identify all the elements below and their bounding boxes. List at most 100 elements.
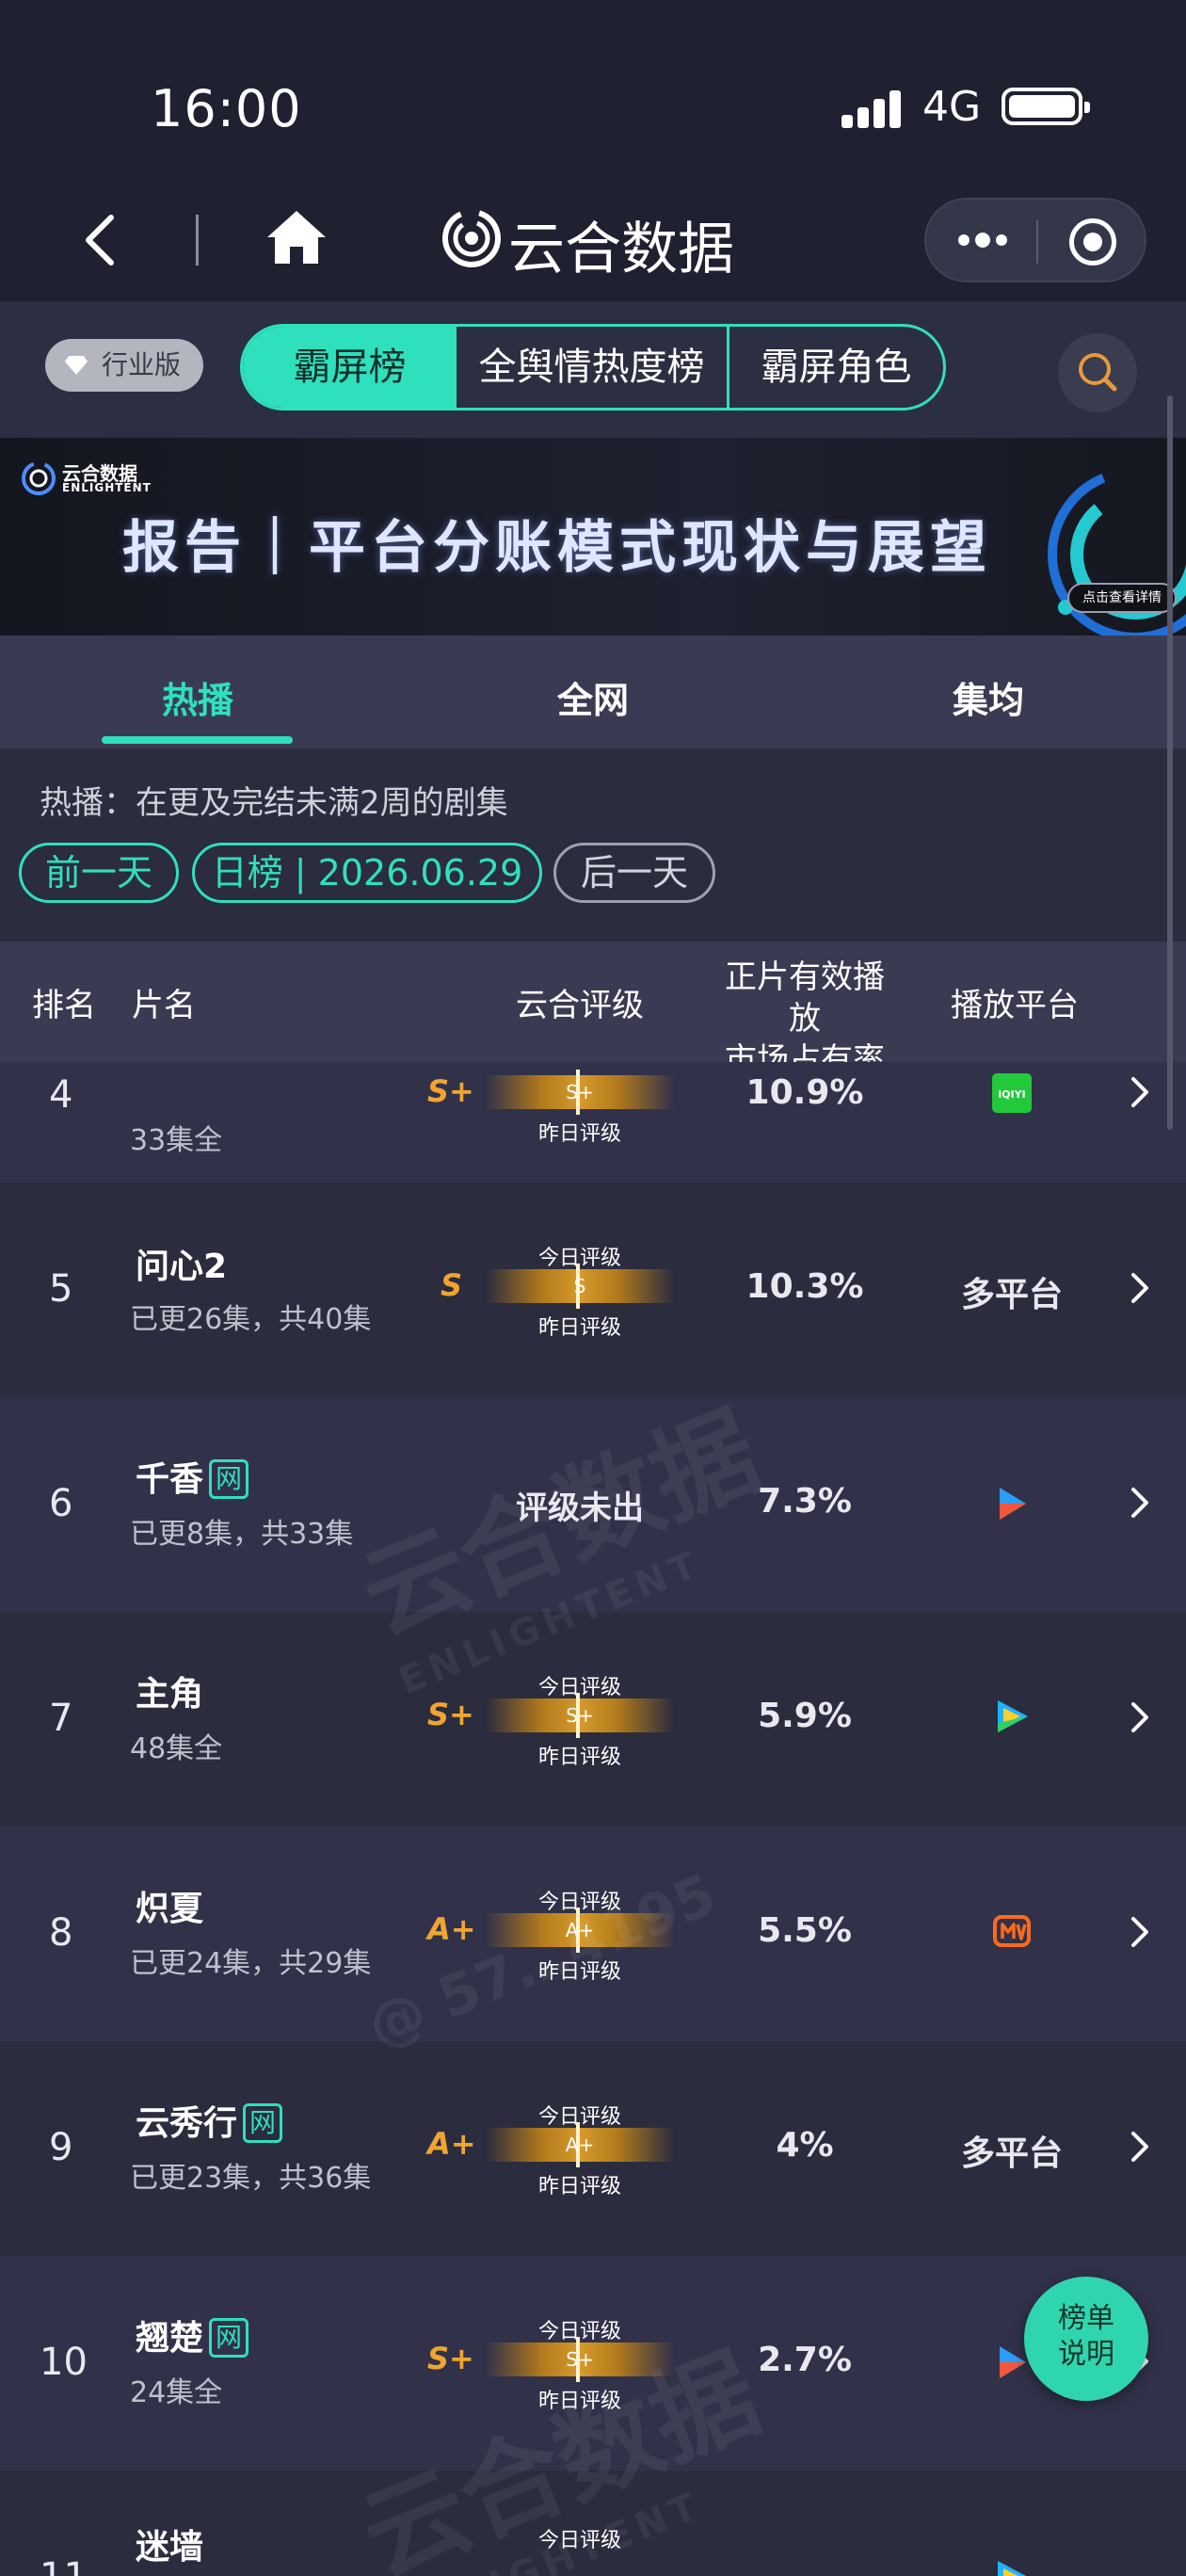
header-platform: 播放平台: [951, 987, 1079, 1024]
row-episodes: 已更26集，共40集: [130, 1303, 372, 1336]
today-grade-label: 今日评级: [537, 2105, 621, 2129]
row-market-share: 10.9%: [745, 1073, 864, 1112]
row-market-share: 5.5%: [758, 1911, 852, 1950]
today-grade-label: 今日评级: [537, 1247, 621, 1270]
next-day-button[interactable]: 后一天: [553, 843, 715, 903]
web-drama-tag: 网: [209, 1459, 249, 1499]
chevron-right-icon[interactable]: [1126, 1073, 1154, 1111]
table-row[interactable]: 6 千香网 已更8集，共33集 评级未出 7.3%: [0, 1397, 1186, 1612]
search-icon[interactable]: [1058, 333, 1137, 412]
row-rank: 4: [49, 1073, 73, 1117]
table-row[interactable]: 10 翘楚网 24集全 今日评级 S+ S+ 昨日评级 2.7%: [0, 2256, 1186, 2471]
close-mini-program-icon[interactable]: [1069, 218, 1116, 266]
row-grade: A+: [427, 2126, 476, 2162]
today-grade-label: 今日评级: [537, 2320, 621, 2343]
more-icon[interactable]: [958, 232, 1013, 250]
yesterday-grade-label: 昨日评级: [537, 1122, 621, 1146]
row-rank: 6: [49, 1482, 73, 1525]
yesterday-grade-label: 昨日评级: [537, 1316, 621, 1340]
row-platform: 多平台: [960, 1276, 1063, 1314]
scrollbar[interactable]: [1167, 395, 1173, 1130]
row-title: 千香网: [136, 1452, 249, 1501]
row-market-share: 7.3%: [758, 1482, 852, 1521]
date-selector[interactable]: 日榜 | 2026.06.29: [192, 843, 542, 903]
today-grade-label: 今日评级: [537, 2529, 621, 2552]
category-tabs: 霸屏榜 全舆情热度榜 霸屏角色: [240, 324, 946, 411]
banner-detail-button[interactable]: 点击查看详情: [1067, 583, 1177, 613]
today-grade-label: 今日评级: [537, 1676, 621, 1699]
today-grade-label: 今日评级: [537, 1891, 621, 1914]
table-header: 排名 片名 云合评级 正片有效播放 市场占有率 播放平台: [0, 942, 1186, 1079]
ranking-subtabs: 热播 全网 集均: [0, 636, 1186, 749]
row-episodes: 已更23集，共36集: [130, 2162, 372, 2195]
active-tab-indicator: [102, 736, 293, 744]
mango-tv-icon: [993, 1915, 1031, 1947]
row-grade: A+: [427, 1911, 476, 1947]
row-title: 主角: [136, 1675, 204, 1714]
row-title: 云秀行网: [136, 2096, 283, 2145]
home-icon[interactable]: [265, 209, 328, 266]
yesterday-grade-label: 昨日评级: [537, 2175, 621, 2198]
tab-sentiment-heat-chart[interactable]: 全舆情热度榜: [457, 327, 729, 408]
banner-logo-icon: [22, 461, 56, 495]
row-grade: S+: [427, 1073, 474, 1109]
chevron-right-icon[interactable]: [1126, 1699, 1154, 1736]
row-episodes: 24集全: [130, 2376, 223, 2409]
app-logo-icon: [442, 209, 501, 267]
table-row[interactable]: 8 炽夏 已更24集，共29集 今日评级 A+ A+ 昨日评级 5.5%: [0, 1827, 1186, 2041]
table-row[interactable]: 4 33集全 S+ S+ 昨日评级 10.9% iQIYI: [0, 1062, 1186, 1183]
header-rating: 云合评级: [516, 987, 644, 1024]
row-rank: 11: [40, 2555, 88, 2576]
row-title: 炽夏: [136, 1890, 204, 1928]
youku-icon: [1000, 1488, 1026, 1520]
row-grade: S+: [427, 2341, 474, 2376]
table-row[interactable]: 7 主角 48集全 今日评级 S+ S+ 昨日评级 5.9%: [0, 1612, 1186, 1827]
status-bar: 16:00 4G: [0, 0, 1186, 179]
row-platform: 多平台: [960, 2134, 1063, 2173]
battery-icon: [1002, 88, 1090, 125]
row-rank: 9: [49, 2126, 73, 2169]
row-market-share: 2.7%: [758, 2341, 852, 2379]
table-row[interactable]: 11 迷墙 今日评级: [0, 2471, 1186, 2576]
grade-bar: S+: [486, 2337, 674, 2382]
industry-edition-badge[interactable]: 行业版: [45, 339, 203, 392]
tab-all-network[interactable]: 全网: [557, 671, 629, 723]
tab-dominance-chart[interactable]: 霸屏榜: [243, 327, 457, 408]
industry-label: 行业版: [102, 349, 182, 380]
previous-day-button[interactable]: 前一天: [19, 843, 179, 903]
chevron-right-icon[interactable]: [1126, 1269, 1154, 1307]
web-drama-tag: 网: [243, 2103, 283, 2143]
report-banner[interactable]: 云合数据 ENLIGHTENT 报告｜平台分账模式现状与展望 点击查看详情: [0, 438, 1186, 636]
table-row[interactable]: 5 问心2 已更26集，共40集 今日评级 S S 昨日评级 10.3% 多平台: [0, 1183, 1186, 1397]
row-rank: 5: [49, 1267, 73, 1311]
row-grade: S+: [427, 1697, 474, 1732]
grade-bar: S+: [486, 1070, 674, 1115]
chevron-right-icon[interactable]: [1126, 1913, 1154, 1951]
chevron-right-icon[interactable]: [1126, 1484, 1154, 1521]
grade-bar: S+: [486, 1693, 674, 1738]
table-row[interactable]: 9 云秀行网 已更23集，共36集 今日评级 A+ A+ 昨日评级 4% 多平台: [0, 2041, 1186, 2256]
yesterday-grade-label: 昨日评级: [537, 1960, 621, 1984]
banner-logo-en: ENLIGHTENT: [62, 481, 152, 494]
row-market-share: 5.9%: [758, 1697, 852, 1735]
tab-hot-airing[interactable]: 热播: [162, 671, 233, 723]
header-rank: 排名: [32, 987, 96, 1024]
row-episodes: 已更8集，共33集: [130, 1518, 354, 1551]
row-rank: 7: [49, 1697, 73, 1740]
ranking-explanation-button[interactable]: 榜单 说明: [1024, 2277, 1148, 2401]
back-icon[interactable]: [77, 212, 122, 268]
nav-bar: 云合数据: [0, 179, 1186, 301]
svg-text:iQIYI: iQIYI: [998, 1088, 1025, 1101]
nav-title: 云合数据: [508, 217, 734, 282]
row-market-share: 10.3%: [745, 1267, 864, 1306]
row-title: 翘楚网: [136, 2310, 249, 2359]
status-time: 16:00: [151, 79, 302, 138]
grade-bar: A+: [486, 2122, 674, 2167]
row-rank: 8: [49, 1911, 73, 1955]
tab-dominant-roles[interactable]: 霸屏角色: [729, 327, 943, 408]
category-bar: 行业版 霸屏榜 全舆情热度榜 霸屏角色: [0, 301, 1186, 438]
diamond-icon: [65, 356, 88, 375]
yesterday-grade-label: 昨日评级: [537, 1746, 621, 1769]
chevron-right-icon[interactable]: [1126, 2128, 1154, 2165]
tab-episode-average[interactable]: 集均: [953, 671, 1024, 723]
